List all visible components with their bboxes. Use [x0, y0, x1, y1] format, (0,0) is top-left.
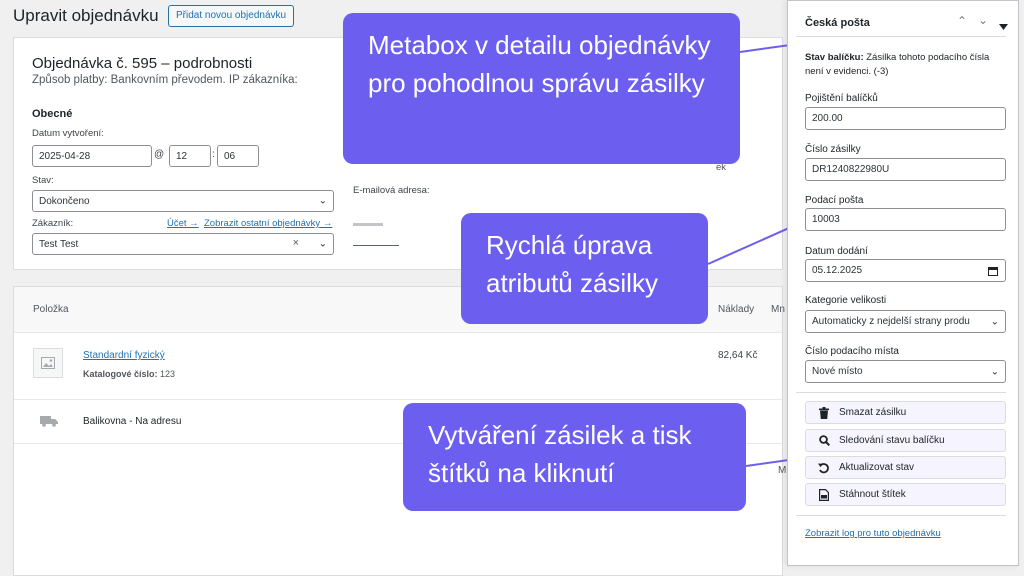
shipping-method-name: Balikovna - Na adresu — [83, 416, 182, 427]
tracking-number-label: Číslo zásilky — [805, 144, 861, 155]
caret-down-icon[interactable] — [999, 17, 1008, 35]
delete-shipment-label: Smazat zásilku — [839, 407, 907, 418]
product-image-icon — [33, 348, 63, 378]
trash-icon — [816, 406, 832, 419]
email-label: E-mailová adresa: — [353, 185, 430, 196]
metabox-divider — [796, 515, 1006, 516]
section-general-heading: Obecné — [32, 108, 73, 120]
place-number-value: Nové místo — [812, 366, 863, 377]
size-category-value: Automaticky z nejdelší strany produ — [812, 316, 970, 327]
place-number-label: Číslo podacího místa — [805, 346, 899, 357]
minute-input[interactable]: 06 — [217, 145, 259, 167]
delete-shipment-button[interactable]: Smazat zásilku — [805, 401, 1006, 424]
phone-link-fragment[interactable] — [353, 245, 399, 246]
clear-icon[interactable]: × — [293, 237, 299, 249]
callout-quick-edit: Rychlá úprava atributů zásilky — [461, 213, 708, 324]
metabox-divider — [796, 36, 1006, 37]
hour-input[interactable]: 12 — [169, 145, 211, 167]
page-title: Upravit objednávku — [13, 6, 159, 25]
status-select[interactable]: Dokončeno ⌄ — [32, 190, 334, 212]
row-divider — [14, 399, 782, 400]
view-order-log-link[interactable]: Zobrazit log pro tuto objednávku — [805, 528, 941, 539]
callout-metabox: Metabox v detailu objednávky pro pohodln… — [343, 13, 740, 164]
ceska-posta-metabox — [787, 0, 1019, 566]
package-status-label: Stav balíčku: — [805, 52, 864, 63]
refresh-status-button[interactable]: Aktualizovat stav — [805, 456, 1006, 479]
post-office-label: Podací pošta — [805, 195, 864, 206]
refresh-icon — [816, 462, 832, 474]
product-cost: 82,64 Kč — [718, 350, 758, 361]
chevron-down-icon[interactable]: ⌄ — [978, 13, 988, 27]
row-divider — [14, 332, 782, 333]
minute-value: 06 — [224, 150, 236, 162]
package-status: Stav balíčku: Zásilka tohoto podacího čí… — [805, 51, 1010, 79]
chevron-down-icon: ⌄ — [318, 238, 327, 250]
date-created-input[interactable]: 2025-04-28 — [32, 145, 152, 167]
column-item: Položka — [33, 304, 69, 315]
add-new-order-button[interactable]: Přidat novou objednávku — [168, 5, 295, 27]
sku-label: Katalogové číslo: — [83, 369, 158, 379]
track-package-button[interactable]: Sledování stavu balíčku — [805, 429, 1006, 452]
chevron-down-icon: ⌄ — [318, 195, 327, 207]
tracking-number-input[interactable]: DR1240822980U — [805, 158, 1006, 181]
status-value: Dokončeno — [39, 195, 90, 207]
truck-icon — [40, 414, 58, 432]
date-created-label: Datum vytvoření: — [32, 128, 104, 139]
order-heading: Objednávka č. 595 – podrobnosti — [32, 55, 253, 72]
hour-value: 12 — [176, 150, 188, 162]
chevron-down-icon: ⌄ — [990, 366, 999, 377]
phone-label-fragment — [353, 223, 383, 226]
refresh-status-label: Aktualizovat stav — [839, 462, 915, 473]
account-link[interactable]: Účet → — [167, 218, 199, 229]
insurance-label: Pojištění balíčků — [805, 93, 878, 104]
product-name-link[interactable]: Standardní fyzický — [83, 350, 165, 361]
size-category-select[interactable]: Automaticky z nejdelší strany produ ⌄ — [805, 310, 1006, 333]
pdf-file-icon — [816, 488, 832, 501]
order-meta: Způsob platby: Bankovním převodem. IP zá… — [32, 74, 298, 86]
delivery-date-label: Datum dodání — [805, 246, 868, 257]
time-colon: : — [212, 149, 215, 160]
place-number-select[interactable]: Nové místo ⌄ — [805, 360, 1006, 383]
download-label-button[interactable]: Stáhnout štítek — [805, 483, 1006, 506]
chevron-up-icon[interactable]: ⌃ — [957, 14, 967, 28]
download-label-text: Stáhnout štítek — [839, 489, 906, 500]
status-label: Stav: — [32, 175, 54, 186]
insurance-input[interactable]: 200.00 — [805, 107, 1006, 130]
track-package-label: Sledování stavu balíčku — [839, 435, 945, 446]
customer-value: Test Test — [39, 238, 79, 250]
tracking-number-value: DR1240822980U — [812, 164, 890, 175]
size-category-label: Kategorie velikosti — [805, 295, 887, 306]
column-costs: Náklady — [718, 304, 755, 315]
date-created-value: 2025-04-28 — [39, 150, 91, 162]
customer-select[interactable]: Test Test × ⌄ — [32, 233, 334, 255]
calendar-icon[interactable] — [988, 266, 998, 279]
metabox-title: Česká pošta — [805, 17, 870, 29]
delivery-date-value: 05.12.2025 — [812, 265, 863, 276]
product-sku: Katalogové číslo: 123 — [83, 369, 175, 379]
delivery-date-input[interactable]: 05.12.2025 — [805, 259, 1006, 282]
callout-create: Vytváření zásilek a tisk štítků na klikn… — [403, 403, 746, 511]
chevron-down-icon: ⌄ — [988, 316, 999, 327]
column-quantity-cut: Mn — [771, 304, 785, 315]
metabox-divider — [796, 392, 1006, 393]
other-orders-link[interactable]: Zobrazit ostatní objednávky → — [204, 218, 332, 229]
at-sign: @ — [154, 149, 165, 160]
post-office-input[interactable]: 10003 — [805, 208, 1006, 231]
search-icon — [816, 435, 832, 446]
post-office-value: 10003 — [812, 214, 840, 225]
customer-label: Zákazník: — [32, 218, 74, 229]
sku-value: 123 — [160, 369, 176, 379]
partial-text: M — [778, 465, 787, 476]
insurance-value: 200.00 — [812, 113, 843, 124]
